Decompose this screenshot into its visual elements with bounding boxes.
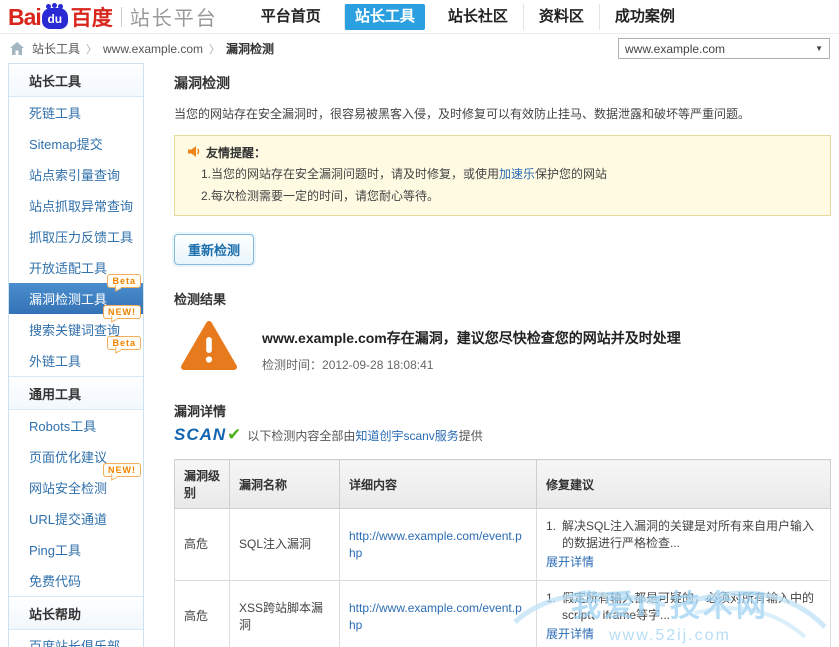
vuln-name: XSS跨站脚本漏洞: [230, 581, 340, 647]
vuln-level: 高危: [175, 581, 230, 647]
column-header-detail: 详细内容: [340, 460, 537, 509]
scanv-check-icon: ✔: [227, 425, 241, 445]
beta-badge: Beta: [107, 336, 141, 350]
logo-platform-name: 站长平台: [130, 2, 218, 31]
breadcrumb-site[interactable]: www.example.com: [103, 42, 203, 56]
speaker-icon: [187, 145, 201, 161]
breadcrumb-tools[interactable]: 站长工具: [32, 40, 80, 57]
sidebar-header-webmaster-help: 站长帮助: [9, 596, 143, 630]
nav-platform-home[interactable]: 平台首页: [246, 4, 336, 30]
expand-details-link[interactable]: 展开详情: [546, 626, 594, 643]
nav-webmaster-community[interactable]: 站长社区: [433, 4, 523, 30]
sidebar-item-dead-link-tool[interactable]: 死链工具: [9, 97, 143, 128]
vuln-url-link[interactable]: http://www.example.com/event.php: [349, 529, 522, 560]
column-header-name: 漏洞名称: [230, 460, 340, 509]
logo-baidu-cn: 百度: [71, 2, 113, 32]
new-badge: NEW!: [103, 305, 141, 319]
sidebar-item-crawl-error-query[interactable]: 站点抓取异常查询: [9, 190, 143, 221]
baidu-logo[interactable]: Bai du 百度 站长平台: [8, 2, 218, 32]
breadcrumb-separator: 〉: [209, 41, 220, 57]
main-nav: 平台首页 站长工具 站长社区 资料区 成功案例: [246, 0, 690, 33]
provider-note: 以下检测内容全部由知道创宇scanv服务提供: [247, 427, 482, 444]
result-section-title: 检测结果: [174, 289, 831, 308]
advice-text: 解决SQL注入漏洞的关键是对所有来自用户输入的数据进行严格检查...: [562, 518, 821, 552]
nav-success-cases[interactable]: 成功案例: [599, 4, 690, 30]
baidu-paw-icon: du: [42, 8, 68, 29]
result-time-value: 2012-09-28 18:08:41: [322, 358, 433, 372]
beta-badge: Beta: [107, 274, 141, 288]
result-message: www.example.com存在漏洞，建议您尽快检查您的网站并及时处理: [262, 328, 681, 348]
advice-number: 1.: [546, 518, 562, 552]
expand-details-link[interactable]: 展开详情: [546, 554, 594, 571]
table-row: 高危 XSS跨站脚本漏洞 http://www.example.com/even…: [175, 581, 831, 647]
breadcrumb-bar: 站长工具 〉 www.example.com 〉 漏洞检测 www.exampl…: [0, 34, 839, 63]
site-selector-dropdown[interactable]: www.example.com ▼: [618, 38, 830, 59]
vuln-advice: 1.假定所有输入都是可疑的，必须对所有输入中的script、iframe等字..…: [537, 581, 831, 647]
recheck-button[interactable]: 重新检测: [174, 234, 254, 265]
sidebar-item-url-submit[interactable]: URL提交通道: [9, 503, 143, 534]
breadcrumb-separator: 〉: [86, 41, 97, 57]
provider-pre: 以下检测内容全部由: [247, 429, 355, 443]
sidebar-item-site-security-check[interactable]: 网站安全检测 NEW!: [9, 472, 143, 503]
notice-line-1: 1.当您的网站存在安全漏洞问题时，请及时修复，或使用加速乐保护您的网站: [201, 166, 818, 183]
result-section: 检测结果 www.example.com存在漏洞，建议您尽快检查您的网站并及时处…: [174, 289, 831, 375]
site-selector-value: www.example.com: [625, 42, 725, 56]
provider-post: 提供: [459, 429, 483, 443]
sidebar-item-crawl-pressure[interactable]: 抓取压力反馈工具: [9, 221, 143, 252]
notice-title: 友情提醒：: [206, 144, 266, 161]
sidebar-item-index-query[interactable]: 站点索引量查询: [9, 159, 143, 190]
intro-text: 当您的网站存在安全漏洞时，很容易被黑客入侵，及时修复可以有效防止挂马、数据泄露和…: [174, 105, 831, 123]
sidebar-item-label: 搜索关键词查询: [29, 323, 120, 338]
result-time-label: 检测时间：: [262, 358, 322, 372]
sidebar-header-webmaster-tools: 站长工具: [9, 64, 143, 97]
sidebar-item-ping-tool[interactable]: Ping工具: [9, 534, 143, 565]
column-header-advice: 修复建议: [537, 460, 831, 509]
sidebar-item-baidu-webmaster-club[interactable]: 百度站长俱乐部: [9, 630, 143, 647]
advice-number: 1.: [546, 590, 562, 624]
table-header-row: 漏洞级别 漏洞名称 详细内容 修复建议: [175, 460, 831, 509]
main-content: 漏洞检测 当您的网站存在安全漏洞时，很容易被黑客入侵，及时修复可以有效防止挂马、…: [144, 63, 839, 647]
jiasule-link[interactable]: 加速乐: [499, 167, 535, 181]
vuln-advice: 1.解决SQL注入漏洞的关键是对所有来自用户输入的数据进行严格检查... 展开详…: [537, 509, 831, 581]
top-header: Bai du 百度 站长平台 平台首页 站长工具 站长社区 资料区 成功案例: [0, 0, 839, 34]
breadcrumb-current-page: 漏洞检测: [226, 40, 274, 57]
sidebar-item-sitemap[interactable]: Sitemap提交: [9, 128, 143, 159]
sidebar-item-robots-tool[interactable]: Robots工具: [9, 410, 143, 441]
sidebar-item-label: 外链工具: [29, 354, 81, 369]
nav-webmaster-tools[interactable]: 站长工具: [344, 4, 425, 30]
vulnerability-table: 漏洞级别 漏洞名称 详细内容 修复建议 高危 SQL注入漏洞 http://ww…: [174, 459, 831, 647]
table-row: 高危 SQL注入漏洞 http://www.example.com/event.…: [175, 509, 831, 581]
chevron-down-icon: ▼: [815, 44, 823, 53]
scanv-service-link[interactable]: 知道创宇scanv服务: [355, 429, 458, 443]
friendly-reminder-box: 友情提醒： 1.当您的网站存在安全漏洞问题时，请及时修复，或使用加速乐保护您的网…: [174, 135, 831, 216]
sidebar-item-free-code[interactable]: 免费代码: [9, 565, 143, 596]
detail-section-title: 漏洞详情: [174, 401, 831, 420]
detail-section: 漏洞详情 SCAN ✔ 以下检测内容全部由知道创宇scanv服务提供 漏洞级别 …: [174, 401, 831, 647]
vuln-level: 高危: [175, 509, 230, 581]
sidebar-item-label: 网站安全检测: [29, 481, 107, 496]
nav-resources[interactable]: 资料区: [523, 4, 599, 30]
sidebar: 站长工具 死链工具 Sitemap提交 站点索引量查询 站点抓取异常查询 抓取压…: [8, 63, 144, 647]
notice-line-2: 2.每次检测需要一定的时间，请您耐心等待。: [201, 188, 818, 205]
advice-text: 假定所有输入都是可疑的，必须对所有输入中的script、iframe等字...: [562, 590, 821, 624]
sidebar-header-general-tools: 通用工具: [9, 376, 143, 410]
notice-line1-pre: 1.当您的网站存在安全漏洞问题时，请及时修复，或使用: [201, 167, 499, 181]
warning-triangle-icon: [180, 320, 238, 375]
new-badge: NEW!: [103, 463, 141, 477]
logo-divider: [121, 7, 122, 27]
scanv-logo: SCAN: [174, 425, 226, 445]
notice-line1-post: 保护您的网站: [535, 167, 607, 181]
logo-bai: Bai: [8, 4, 41, 31]
sidebar-item-label: 漏洞检测工具: [29, 292, 107, 307]
result-time: 检测时间：2012-09-28 18:08:41: [262, 356, 681, 373]
vuln-name: SQL注入漏洞: [230, 509, 340, 581]
column-header-level: 漏洞级别: [175, 460, 230, 509]
sidebar-item-backlink-tool[interactable]: 外链工具 Beta: [9, 345, 143, 376]
vuln-url-link[interactable]: http://www.example.com/event.php: [349, 601, 522, 632]
page-title: 漏洞检测: [174, 73, 831, 93]
home-icon[interactable]: [10, 42, 24, 55]
